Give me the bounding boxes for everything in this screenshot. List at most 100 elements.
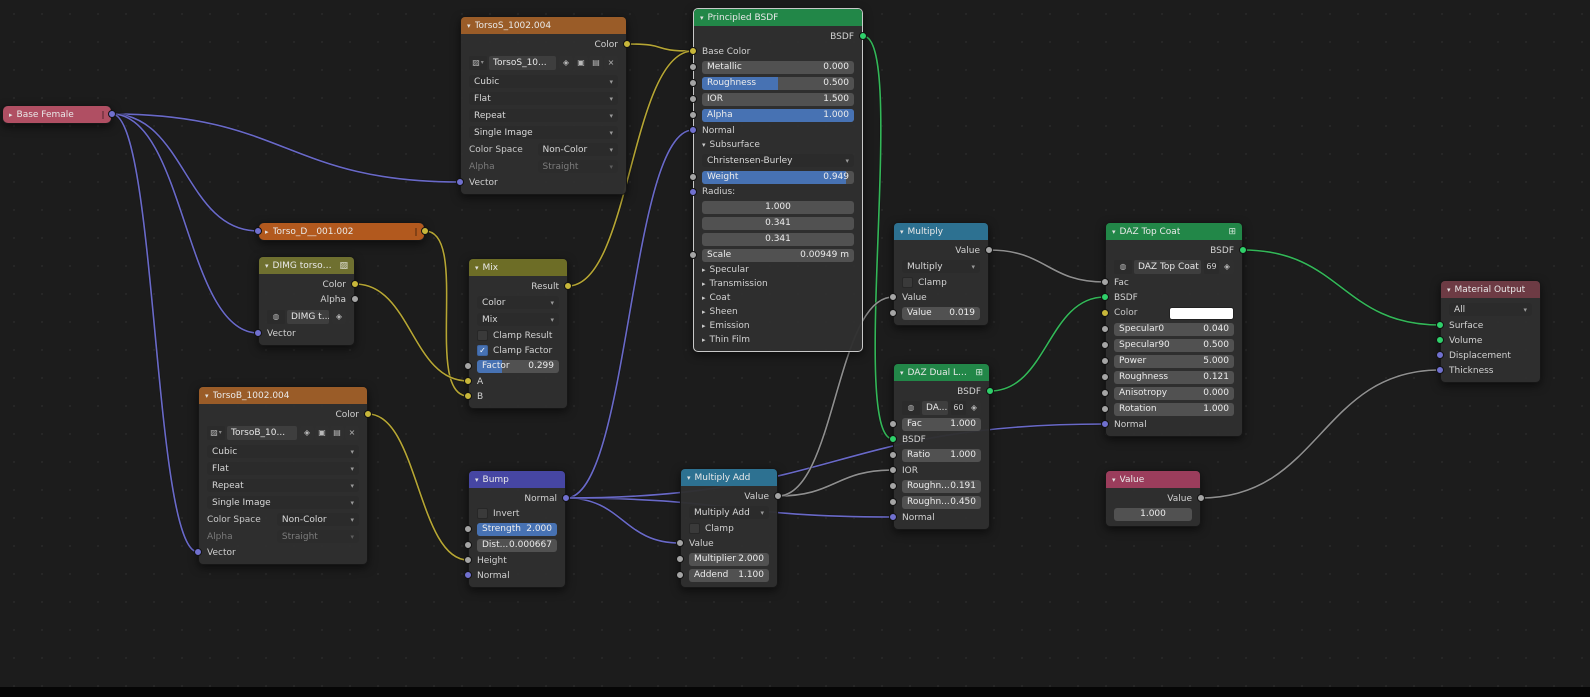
socket-value_in[interactable] bbox=[889, 293, 897, 301]
image-name-field[interactable]: TorsoB_10... bbox=[227, 425, 297, 440]
vector-value-field[interactable]: 0.341 bbox=[702, 216, 854, 230]
dropdown-field[interactable]: Flat ▾ bbox=[207, 462, 359, 475]
open-file-button[interactable]: ▤ bbox=[589, 55, 603, 70]
number-field[interactable]: Multiplier 2.000 bbox=[689, 552, 769, 566]
node-header[interactable]: ▾ DAZ Dual Lobe ⊞ bbox=[894, 364, 989, 381]
node-bump[interactable]: ▾ Bump Normal Invert Strength 2.000 Dist... 0.0… bbox=[464, 470, 570, 588]
collapse-arrow-icon[interactable]: ▸ bbox=[9, 111, 13, 119]
number-field[interactable]: Ratio 1.000 bbox=[902, 448, 981, 462]
node-header[interactable]: ▾ Material Output bbox=[1441, 281, 1540, 298]
socket-normal_in[interactable] bbox=[464, 571, 472, 579]
socket-addend[interactable] bbox=[676, 570, 684, 579]
socket-factor[interactable] bbox=[464, 361, 472, 370]
socket-fac[interactable] bbox=[1101, 278, 1109, 286]
socket-normal[interactable] bbox=[889, 513, 897, 521]
copy-button[interactable]: ▣ bbox=[574, 55, 588, 70]
socket-rotation[interactable] bbox=[1101, 404, 1109, 413]
dropdown-field[interactable]: Christensen-Burley ▾ bbox=[702, 154, 854, 167]
socket-normal[interactable] bbox=[1101, 420, 1109, 428]
socket-vector[interactable] bbox=[194, 548, 202, 556]
panel-header[interactable]: ▸ Specular bbox=[694, 263, 862, 277]
panel-header[interactable]: ▸ Emission bbox=[694, 319, 862, 333]
user-count-badge[interactable]: 69 bbox=[1204, 259, 1219, 274]
number-field[interactable]: Power 5.000 bbox=[1114, 354, 1234, 368]
dropdown-field[interactable]: Non-Color ▾ bbox=[537, 143, 618, 156]
dropdown-field[interactable]: Multiply Add ▾ bbox=[689, 506, 769, 519]
dropdown-field[interactable]: Multiply ▾ bbox=[902, 260, 980, 273]
socket-bsdf_out[interactable] bbox=[1239, 246, 1247, 254]
socket-normal[interactable] bbox=[689, 126, 697, 134]
number-field[interactable]: Fac 1.000 bbox=[902, 417, 981, 431]
fake-user-button[interactable]: ◈ bbox=[332, 309, 346, 324]
socket-power[interactable] bbox=[1101, 356, 1109, 365]
number-field[interactable]: Roughn... 0.191 bbox=[902, 479, 981, 493]
number-field[interactable]: Anisotropy 0.000 bbox=[1114, 386, 1234, 400]
socket-base_color[interactable] bbox=[689, 47, 697, 55]
socket-color[interactable] bbox=[623, 40, 631, 48]
checkbox[interactable] bbox=[477, 330, 488, 341]
expand-arrow-icon[interactable]: ▾ bbox=[265, 262, 269, 270]
node-header[interactable]: ▾ Bump bbox=[469, 471, 565, 488]
user-count-badge[interactable]: 60 bbox=[951, 400, 966, 415]
vector-value-field[interactable]: 1.000 bbox=[702, 200, 854, 214]
socket-roughness[interactable] bbox=[689, 78, 697, 87]
socket-aniso[interactable] bbox=[1101, 388, 1109, 397]
node-header[interactable]: ▾ Principled BSDF bbox=[694, 9, 862, 26]
number-field[interactable]: Roughness 0.121 bbox=[1114, 370, 1234, 384]
node-header[interactable]: ▾ DAZ Top Coat ⊞ bbox=[1106, 223, 1242, 240]
node-torsoS[interactable]: ▾ TorsoS_1002.004 Color ▨ ▾ TorsoS_10... ◈ ▣ ▤ × C… bbox=[456, 16, 631, 195]
checkbox[interactable] bbox=[902, 277, 913, 288]
node-header[interactable]: ▾DIMG torso_sss.▨ bbox=[259, 257, 354, 274]
socket-thickness[interactable] bbox=[1436, 366, 1444, 374]
expand-arrow-icon[interactable]: ▾ bbox=[687, 474, 691, 482]
panel-header[interactable]: ▸ Sheen bbox=[694, 305, 862, 319]
socket-out[interactable] bbox=[108, 110, 116, 118]
expand-arrow-icon[interactable]: ▾ bbox=[1112, 476, 1116, 484]
socket-b[interactable] bbox=[464, 392, 472, 400]
node-output[interactable]: ▾ Material Output All ▾ Surface Volume Displac… bbox=[1436, 280, 1541, 383]
socket-bsdf_out[interactable] bbox=[986, 387, 994, 395]
dropdown-field[interactable]: Straight ▾ bbox=[276, 530, 359, 543]
expand-arrow-icon[interactable]: ▾ bbox=[475, 476, 479, 484]
expand-arrow-icon[interactable]: ▾ bbox=[467, 22, 471, 30]
socket-distance[interactable] bbox=[464, 540, 472, 549]
expand-arrow-icon[interactable]: ▾ bbox=[205, 392, 209, 400]
node-base_female[interactable]: ▸ Base Female ‖ bbox=[2, 105, 116, 124]
dropdown-field[interactable]: Cubic ▾ bbox=[207, 445, 359, 458]
socket-vector[interactable] bbox=[456, 178, 464, 186]
group-name-field[interactable]: DA... bbox=[922, 400, 948, 415]
dropdown-field[interactable]: All ▾ bbox=[1449, 303, 1532, 316]
socket-in[interactable] bbox=[254, 227, 262, 235]
socket-alpha[interactable] bbox=[689, 110, 697, 119]
socket-value_out[interactable] bbox=[985, 246, 993, 254]
socket-a[interactable] bbox=[464, 377, 472, 385]
socket-height[interactable] bbox=[464, 556, 472, 564]
socket-out[interactable] bbox=[421, 227, 429, 235]
number-field[interactable]: Dist... 0.000667 bbox=[477, 538, 557, 552]
number-field[interactable]: Strength 2.000 bbox=[477, 522, 557, 536]
socket-normal_out[interactable] bbox=[562, 494, 570, 502]
socket-rough1[interactable] bbox=[889, 481, 897, 490]
socket-vector[interactable] bbox=[254, 329, 262, 337]
number-field[interactable]: IOR 1.500 bbox=[702, 92, 854, 106]
fake-user-button[interactable]: ◈ bbox=[559, 55, 573, 70]
number-field[interactable]: Rotation 1.000 bbox=[1114, 402, 1234, 416]
number-field[interactable]: Addend 1.100 bbox=[689, 568, 769, 582]
node-header[interactable]: ▾ Value bbox=[1106, 471, 1200, 488]
socket-strength[interactable] bbox=[464, 524, 472, 533]
node-value[interactable]: ▾ Value Value 1.000 bbox=[1105, 470, 1205, 527]
socket-alpha[interactable] bbox=[351, 295, 359, 303]
expand-arrow-icon[interactable]: ▾ bbox=[900, 228, 904, 236]
socket-displacement[interactable] bbox=[1436, 351, 1444, 359]
node-dimg[interactable]: ▾DIMG torso_sss.▨ Color Alpha ◍ DIMG t... ◈ Ve… bbox=[254, 256, 359, 346]
socket-radius[interactable] bbox=[689, 187, 697, 196]
socket-result[interactable] bbox=[564, 282, 572, 290]
image-name-field[interactable]: DIMG t... bbox=[287, 309, 329, 324]
checkbox[interactable] bbox=[477, 508, 488, 519]
socket-color[interactable] bbox=[351, 280, 359, 288]
socket-ior[interactable] bbox=[689, 94, 697, 103]
socket-bsdf_in[interactable] bbox=[1101, 293, 1109, 301]
socket-fac[interactable] bbox=[889, 419, 897, 428]
number-field[interactable]: Value 0.019 bbox=[902, 306, 980, 320]
number-field[interactable]: Specular0 0.040 bbox=[1114, 322, 1234, 336]
